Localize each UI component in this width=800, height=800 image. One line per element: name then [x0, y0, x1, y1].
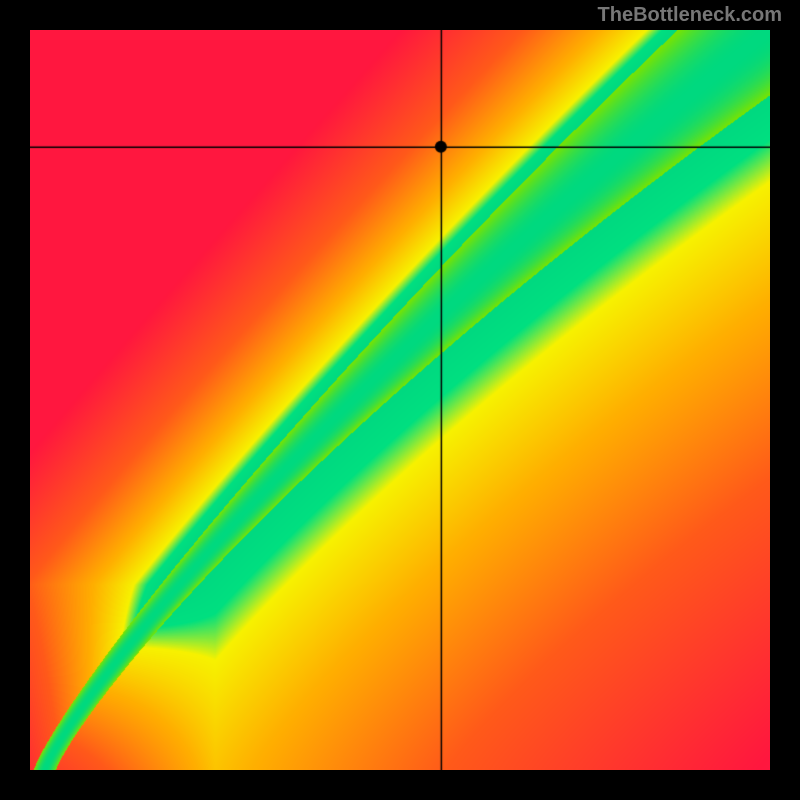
heatmap-plot — [30, 30, 770, 770]
watermark-label: TheBottleneck.com — [598, 4, 782, 27]
heatmap-canvas — [30, 30, 770, 770]
